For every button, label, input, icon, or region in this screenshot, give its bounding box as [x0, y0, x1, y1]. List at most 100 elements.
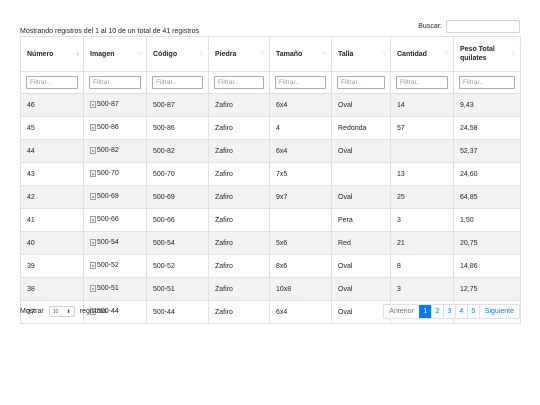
column-header-cantidad[interactable]: Cantidad ↑↓: [390, 36, 454, 72]
length-prefix: Mostrar: [20, 308, 44, 315]
filter-input-piedra[interactable]: Filtrar..: [214, 76, 264, 89]
cell-imagen: 500-54: [83, 231, 147, 255]
filter-input-codigo[interactable]: Filtrar..: [152, 76, 203, 89]
cell-imagen: 500-52: [83, 254, 147, 278]
cell-imagen: 500-70: [83, 162, 147, 186]
table-row[interactable]: 43 500-70 500-70 Zafiro 7x5 13 24,60: [20, 162, 521, 186]
cell-tamano: 7x5: [269, 162, 332, 186]
sort-icon: ↑↓: [260, 51, 265, 57]
cell-numero: 46: [20, 93, 84, 117]
cell-codigo: 500-87: [146, 93, 209, 117]
product-image: 500-52: [90, 261, 119, 269]
broken-image-icon: [90, 238, 96, 246]
table-row[interactable]: 46 500-87 500-87 Zafiro 6x4 Oval 14 9,43: [20, 93, 521, 117]
column-header-peso-total[interactable]: Peso Total quilates ↑↓: [453, 36, 521, 72]
column-header-label: Imagen: [90, 50, 115, 58]
column-header-label: Cantidad: [397, 50, 427, 58]
page-length-select[interactable]: 10 ⬍: [48, 306, 75, 317]
column-header-codigo[interactable]: Código ↑↓: [146, 36, 209, 72]
filter-cell: Filtrar..: [83, 71, 147, 94]
cell-codigo: 500-70: [146, 162, 209, 186]
filter-input-cantidad[interactable]: Filtrar..: [396, 76, 448, 89]
image-alt-text: 500-86: [97, 123, 119, 131]
cell-talla: Red: [331, 231, 391, 255]
cell-peso-total: 20,75: [453, 231, 521, 255]
broken-image-icon: [90, 146, 96, 154]
column-header-label: Código: [153, 50, 178, 58]
cell-codigo: 500-51: [146, 277, 209, 301]
cell-piedra: Zafiro: [208, 254, 270, 278]
filter-input-imagen[interactable]: Filtrar..: [89, 76, 141, 89]
sort-icon: ↑↓: [137, 51, 142, 57]
column-header-numero[interactable]: Número ↓: [20, 36, 84, 72]
product-image: 500-87: [90, 100, 119, 108]
cell-talla: Redonda: [331, 116, 391, 140]
filter-cell: Filtrar..: [331, 71, 391, 94]
cell-piedra: Zafiro: [208, 231, 270, 255]
cell-piedra: Zafiro: [208, 116, 270, 140]
cell-talla: Oval: [331, 93, 391, 117]
cell-cantidad: 8: [390, 254, 454, 278]
cell-codigo: 500-54: [146, 231, 209, 255]
image-alt-text: 500-87: [97, 100, 119, 108]
length-suffix: registros: [79, 308, 107, 315]
broken-image-icon: [90, 192, 96, 200]
table-top-controls: Mostrando registros del 1 al 10 de un to…: [20, 20, 520, 35]
cell-imagen: 500-66: [83, 208, 147, 232]
column-header-talla[interactable]: Talla ↑↓: [331, 36, 391, 72]
page-button-5[interactable]: 5: [466, 305, 479, 318]
cell-tamano: 10x8: [269, 277, 332, 301]
image-alt-text: 500-51: [97, 284, 119, 292]
cell-imagen: 500-87: [83, 93, 147, 117]
sort-icon: ↑↓: [444, 51, 449, 57]
cell-cantidad: 3: [390, 208, 454, 232]
table-row[interactable]: 42 500-69 500-69 Zafiro 9x7 Oval 25 64,85: [20, 185, 521, 209]
cell-numero: 42: [20, 185, 84, 209]
filter-cell: Filtrar..: [269, 71, 332, 94]
filter-input-peso-total[interactable]: Filtrar..: [459, 76, 515, 89]
image-alt-text: 500-70: [97, 169, 119, 177]
cell-tamano: [269, 208, 332, 232]
column-header-label: Talla: [338, 50, 354, 58]
column-header-label: Número: [27, 50, 54, 58]
previous-page-button[interactable]: Anterior: [384, 305, 419, 318]
cell-codigo: 500-82: [146, 139, 209, 163]
page-length-value: 10: [52, 308, 59, 315]
cell-cantidad: [390, 139, 454, 163]
broken-image-icon: [90, 284, 96, 292]
table-row[interactable]: 39 500-52 500-52 Zafiro 8x6 Oval 8 14,86: [20, 254, 521, 278]
column-header-imagen[interactable]: Imagen ↑↓: [83, 36, 147, 72]
table-row[interactable]: 38 500-51 500-51 Zafiro 10x8 Oval 3 12,75: [20, 277, 521, 301]
cell-numero: 44: [20, 139, 84, 163]
table-row[interactable]: 40 500-54 500-54 Zafiro 5x6 Red 21 20,75: [20, 231, 521, 255]
filter-input-tamano[interactable]: Filtrar..: [275, 76, 326, 89]
filter-input-talla[interactable]: Filtrar..: [337, 76, 385, 89]
table-row[interactable]: 41 500-66 500-66 Zafiro Pera 3 1,50: [20, 208, 521, 232]
pagination: Anterior 1 2 3 4 5 Siguiente: [383, 304, 520, 319]
cell-talla: Oval: [331, 185, 391, 209]
select-arrows-icon: ⬍: [66, 308, 71, 315]
image-alt-text: 500-52: [97, 261, 119, 269]
page-button-4[interactable]: 4: [454, 305, 467, 318]
table-row[interactable]: 45 500-86 500-86 Zafiro 4 Redonda 57 24,58: [20, 116, 521, 140]
page-button-3[interactable]: 3: [442, 305, 455, 318]
column-header-piedra[interactable]: Piedra ↑↓: [208, 36, 270, 72]
table-bottom-controls: Mostrar 10 ⬍ registros Anterior 1 2 3 4 5 Sig…: [20, 304, 520, 320]
sort-descending-icon: ↓: [76, 51, 79, 57]
search-input[interactable]: [446, 20, 520, 33]
image-alt-text: 500-66: [97, 215, 119, 223]
broken-image-icon: [90, 123, 96, 131]
cell-codigo: 500-69: [146, 185, 209, 209]
search-label: Buscar:: [418, 23, 442, 30]
table-row[interactable]: 44 500-82 500-82 Zafiro 6x4 Oval 52,37: [20, 139, 521, 163]
product-image: 500-66: [90, 215, 119, 223]
cell-peso-total: 9,43: [453, 93, 521, 117]
page-button-1[interactable]: 1: [418, 305, 431, 318]
next-page-button[interactable]: Siguiente: [478, 305, 519, 318]
column-header-tamano[interactable]: Tamaño ↑↓: [269, 36, 332, 72]
sort-icon: ↑↓: [199, 51, 204, 57]
cell-cantidad: 57: [390, 116, 454, 140]
filter-input-numero[interactable]: Filtrar..: [26, 76, 78, 89]
page-button-2[interactable]: 2: [430, 305, 443, 318]
cell-cantidad: 14: [390, 93, 454, 117]
